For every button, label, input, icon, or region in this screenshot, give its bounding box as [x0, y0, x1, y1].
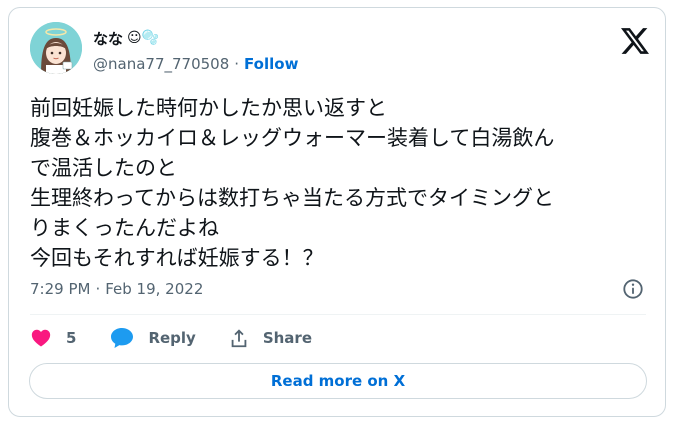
avatar[interactable]: [30, 22, 82, 74]
tweet-line: 生理終わってからは数打ちゃ当たる方式でタイミングと: [30, 186, 554, 210]
user-handle[interactable]: @nana77_770508: [93, 55, 229, 73]
like-button[interactable]: 5: [30, 327, 76, 349]
like-count: 5: [66, 329, 77, 347]
tweet-line: で温活したのと: [30, 156, 177, 180]
x-logo-icon[interactable]: [621, 28, 649, 54]
name-emojis: ☺🫧: [127, 30, 160, 46]
divider: [30, 314, 646, 315]
share-button[interactable]: Share: [228, 327, 312, 349]
display-name[interactable]: なな: [93, 28, 123, 49]
share-upload-icon: [231, 329, 247, 348]
share-label: Share: [262, 329, 313, 347]
tweet-date[interactable]: Feb 19, 2022: [105, 280, 203, 298]
follow-button[interactable]: Follow: [244, 55, 298, 73]
handle-separator: ·: [234, 55, 240, 73]
author-name-row[interactable]: なな ☺🫧: [93, 26, 159, 50]
heart-icon: [31, 329, 51, 347]
read-more-button[interactable]: Read more on X: [29, 363, 647, 399]
handle-row: @nana77_770508 · Follow: [93, 54, 298, 74]
tweet-card: なな ☺🫧 @nana77_770508 · Follow 前回妊娠した時何かし…: [8, 7, 666, 417]
reply-button[interactable]: Reply: [110, 327, 196, 349]
avatar-illustration: [30, 22, 82, 74]
tweet-line: 腹巻＆ホッカイロ＆レッグウォーマー装着して白湯飲ん: [30, 126, 555, 150]
timestamp-separator: ·: [95, 280, 101, 298]
action-bar: 5 Reply Share: [30, 324, 312, 352]
tweet-line: 前回妊娠した時何かしたか思い返すと: [30, 96, 387, 120]
reply-label: Reply: [148, 329, 196, 347]
speech-bubble-icon: [111, 328, 134, 348]
info-icon[interactable]: [622, 278, 644, 300]
tweet-time[interactable]: 7:29 PM: [30, 280, 90, 298]
tweet-line: りまくったんだよね: [30, 216, 219, 240]
tweet-timestamp[interactable]: 7:29 PM · Feb 19, 2022: [30, 278, 203, 300]
tweet-text: 前回妊娠した時何かしたか思い返すと 腹巻＆ホッカイロ＆レッグウォーマー装着して白…: [30, 93, 646, 273]
tweet-line: 今回もそれすれば妊娠する！？: [30, 246, 324, 270]
